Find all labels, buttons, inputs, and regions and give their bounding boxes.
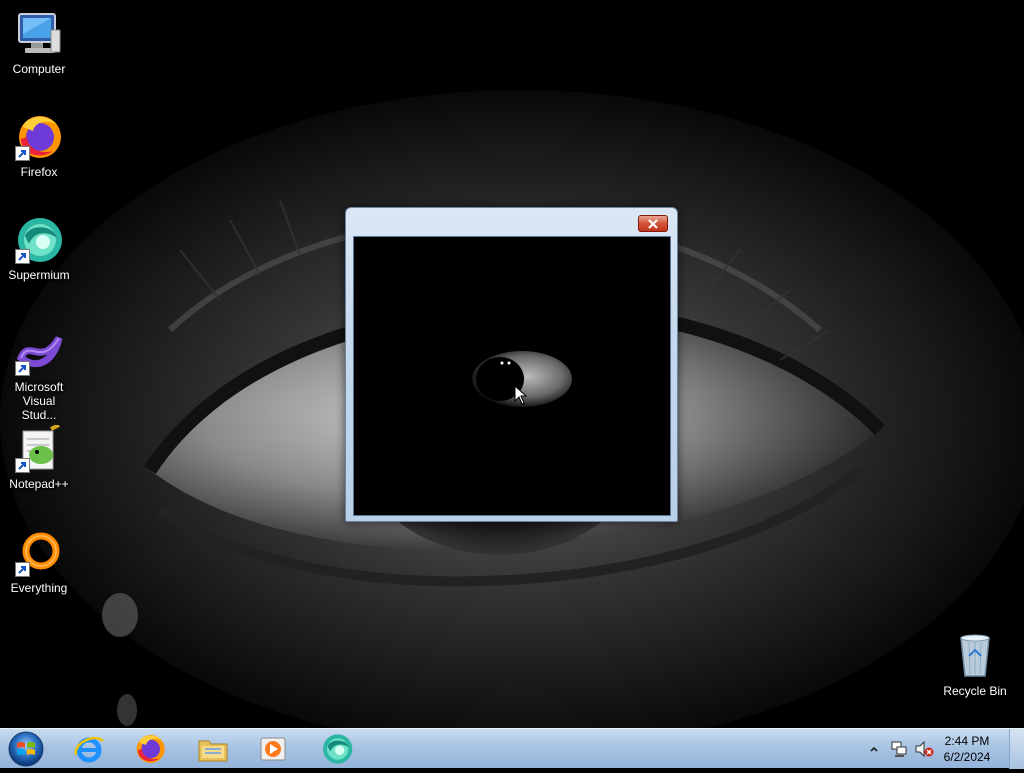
desktop-icon-notepadpp[interactable]: Notepad++ [0,425,78,491]
desktop-icon-label: Notepad++ [9,477,69,491]
close-icon [648,218,658,229]
desktop-icon-label: Firefox [20,165,58,179]
desktop-icon-recycle-bin[interactable]: Recycle Bin [936,632,1014,698]
desktop-icon-label: Microsoft Visual Stud... [14,380,64,422]
network-tray-button[interactable] [890,740,908,758]
desktop-icon-label: Recycle Bin [943,684,1007,698]
shortcut-arrow-icon [15,249,30,264]
shortcut-arrow-icon [15,361,30,376]
media-player-icon [260,737,286,761]
network-icon [891,741,907,757]
clock-date: 6/2/2024 [943,750,991,764]
supermium-icon [15,216,63,264]
internet-explorer-icon [74,736,104,763]
desktop-icon-supermium[interactable]: Supermium [0,216,78,282]
taskbar-supermium[interactable] [320,732,354,766]
taskbar: 2:44 PM 6/2/2024 [0,728,1024,769]
desktop-icon-firefox[interactable]: Firefox [0,113,78,179]
desktop-icon-everything[interactable]: Everything [0,529,78,595]
firefox-icon [15,113,63,161]
shortcut-arrow-icon [15,146,30,161]
computer-icon [15,10,63,58]
desktop-icon-visual-studio[interactable]: Microsoft Visual Stud... [0,328,78,422]
volume-tray-button[interactable] [914,740,934,758]
show-desktop-button[interactable] [1009,729,1024,769]
eye-image [472,351,572,407]
firefox-icon [136,735,165,763]
shortcut-arrow-icon [15,458,30,473]
app-window[interactable] [345,207,678,522]
close-button[interactable] [638,215,668,232]
visual-studio-icon [15,328,63,376]
window-content[interactable] [353,236,671,516]
show-hidden-icons-button[interactable] [868,742,880,754]
taskbar-internet-explorer[interactable] [72,732,106,766]
windows-start-icon [8,731,44,767]
taskbar-file-explorer[interactable] [196,732,230,766]
file-explorer-icon [198,740,228,762]
desktop-icon-label: Supermium [8,268,70,282]
supermium-icon [323,734,353,764]
show-hidden-icons-chevron [870,746,878,752]
desktop-icon-computer[interactable]: Computer [0,10,78,76]
notepadpp-icon [15,425,63,473]
taskbar-media-player[interactable] [256,732,290,766]
taskbar-firefox[interactable] [133,732,167,766]
recycle-bin-icon [951,632,999,680]
start-button[interactable] [6,730,46,768]
mouse-cursor-icon [514,385,528,405]
system-clock[interactable]: 2:44 PM 6/2/2024 [936,733,998,765]
everything-icon [15,529,63,577]
volume-muted-icon [915,740,934,758]
clock-time: 2:44 PM [944,734,990,748]
desktop-icon-label: Computer [12,62,66,76]
desktop-icon-label: Everything [10,581,68,595]
shortcut-arrow-icon [15,562,30,577]
